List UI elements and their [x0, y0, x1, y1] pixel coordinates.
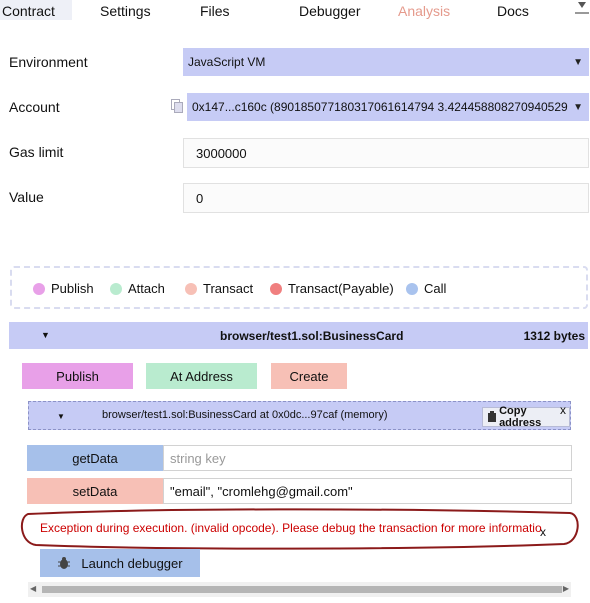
close-icon[interactable]: x — [560, 403, 566, 417]
environment-label: Environment — [9, 54, 88, 70]
environment-value: JavaScript VM — [188, 55, 266, 69]
legend-call: Call — [406, 281, 446, 296]
tab-files[interactable]: Files — [200, 0, 230, 20]
gas-limit-input[interactable]: 3000000 — [183, 138, 589, 168]
account-select[interactable]: 0x147...c160c (890185077180317061614794 … — [187, 93, 589, 121]
arrow-left-icon[interactable]: ◀ — [30, 584, 36, 593]
contract-name: browser/test1.sol:BusinessCard — [220, 329, 404, 343]
dot-icon — [185, 282, 197, 295]
account-label: Account — [9, 99, 60, 115]
setdata-button[interactable]: setData — [27, 478, 163, 504]
getdata-button[interactable]: getData — [27, 445, 163, 471]
dot-icon — [33, 282, 45, 295]
instance-title: browser/test1.sol:BusinessCard at 0x0dc.… — [102, 409, 388, 421]
getdata-input[interactable]: string key — [163, 445, 572, 471]
error-message: Exception during execution. (invalid opc… — [40, 521, 542, 535]
caret-down-icon: ▼ — [57, 412, 65, 421]
chevron-down-icon: ▼ — [571, 101, 583, 113]
legend-box: Publish Attach Transact Transact(Payable… — [10, 266, 588, 309]
horizontal-scrollbar[interactable]: ◀ ▶ — [28, 582, 571, 597]
contract-size: 1312 bytes — [523, 329, 585, 343]
dot-icon — [270, 282, 282, 295]
scrollbar-thumb[interactable] — [42, 586, 562, 593]
environment-select[interactable]: JavaScript VM ▼ — [183, 48, 589, 76]
value-input[interactable]: 0 — [183, 183, 589, 213]
publish-button[interactable]: Publish — [22, 363, 133, 389]
instance-header[interactable]: ▼ browser/test1.sol:BusinessCard at 0x0d… — [28, 401, 571, 430]
close-icon[interactable]: x — [540, 525, 546, 539]
legend-attach: Attach — [110, 281, 165, 296]
account-value: 0x147...c160c (890185077180317061614794 … — [192, 100, 568, 114]
contract-header[interactable]: ▼ browser/test1.sol:BusinessCard 1312 by… — [9, 322, 588, 349]
tab-docs[interactable]: Docs — [497, 0, 529, 20]
arrow-right-icon[interactable]: ▶ — [563, 584, 569, 593]
create-button[interactable]: Create — [271, 363, 347, 389]
remix-logo-icon — [574, 0, 590, 18]
legend-transact: Transact — [185, 281, 253, 296]
setdata-input[interactable]: "email", "cromlehg@gmail.com" — [163, 478, 572, 504]
copy-icon[interactable] — [171, 99, 183, 113]
tab-analysis[interactable]: Analysis — [398, 0, 450, 20]
tab-settings[interactable]: Settings — [100, 0, 151, 20]
value-label: Value — [9, 189, 44, 205]
dot-icon — [110, 282, 122, 295]
legend-publish: Publish — [33, 281, 94, 296]
at-address-button[interactable]: At Address — [146, 363, 257, 389]
caret-down-icon: ▼ — [41, 330, 50, 340]
bug-icon — [58, 557, 71, 569]
tab-debugger[interactable]: Debugger — [299, 0, 361, 20]
legend-transact-payable: Transact(Payable) — [270, 281, 394, 296]
copy-address-button[interactable]: Copy address — [482, 405, 570, 429]
launch-debugger-button[interactable]: Launch debugger — [40, 549, 200, 577]
chevron-down-icon: ▼ — [573, 56, 583, 68]
gas-limit-label: Gas limit — [9, 144, 64, 160]
dot-icon — [406, 282, 418, 295]
tab-contract[interactable]: Contract — [0, 0, 72, 20]
clipboard-icon — [488, 411, 496, 422]
